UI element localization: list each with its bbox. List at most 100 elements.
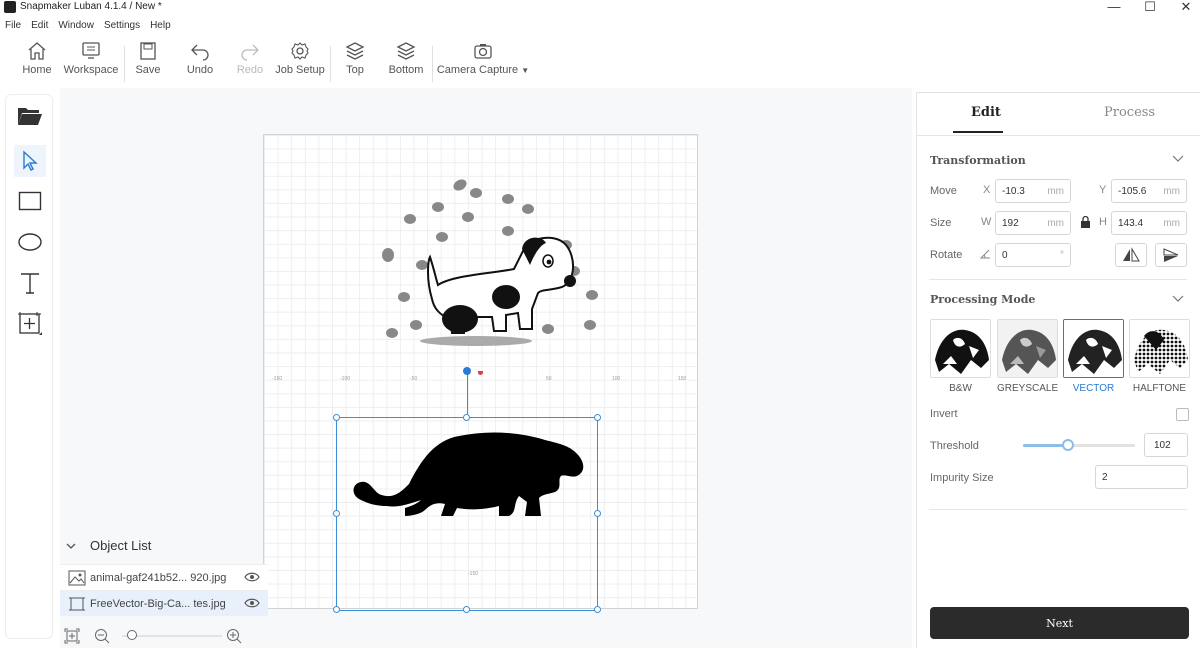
- unit-mm: mm: [1163, 218, 1180, 229]
- mode-halftone-thumbnail[interactable]: [1129, 319, 1190, 378]
- zoom-slider-knob[interactable]: [127, 630, 137, 640]
- dog-image[interactable]: [356, 169, 616, 349]
- threshold-slider-knob[interactable]: [1062, 439, 1074, 451]
- top-view-button[interactable]: Top: [342, 40, 368, 76]
- object-name: animal-gaf241b52... 920.jpg: [90, 572, 227, 584]
- mode-vector-thumbnail[interactable]: [1063, 319, 1124, 378]
- vector-preview-icon: [1064, 320, 1123, 377]
- eye-icon[interactable]: [244, 597, 260, 609]
- tab-edit[interactable]: Edit: [971, 105, 1001, 120]
- next-button[interactable]: Next: [930, 607, 1189, 639]
- resize-handle[interactable]: [463, 606, 470, 613]
- redo-button[interactable]: Redo: [234, 40, 266, 76]
- add-frame-button[interactable]: [14, 308, 46, 340]
- menu-file[interactable]: File: [0, 17, 26, 35]
- text-icon: [21, 273, 39, 294]
- resize-handle[interactable]: [333, 510, 340, 517]
- toolbar-divider: [330, 46, 331, 82]
- image-icon: [68, 570, 86, 586]
- resize-handle[interactable]: [594, 414, 601, 421]
- folder-open-icon: [18, 108, 42, 125]
- home-icon: [28, 42, 46, 60]
- job-setup-button[interactable]: Job Setup: [274, 40, 326, 76]
- threshold-input[interactable]: 102: [1144, 433, 1188, 457]
- bottom-view-button[interactable]: Bottom: [386, 40, 426, 76]
- workspace-button[interactable]: Workspace: [62, 40, 120, 76]
- text-tool-button[interactable]: [14, 267, 46, 299]
- x-axis-label: X: [983, 184, 991, 196]
- resize-handle[interactable]: [463, 414, 470, 421]
- save-button[interactable]: Save: [134, 40, 162, 76]
- title-bar: Snapmaker Luban 4.1.4 / New * — ☐ ✕: [0, 0, 1200, 16]
- menu-window[interactable]: Window: [53, 17, 99, 35]
- unit-mm: mm: [1163, 186, 1180, 197]
- maximize-button[interactable]: ☐: [1130, 0, 1170, 15]
- panther-vector-image[interactable]: [349, 424, 589, 520]
- rotate-input[interactable]: 0 °: [995, 243, 1071, 267]
- window-title: Snapmaker Luban 4.1.4 / New *: [20, 1, 162, 12]
- move-x-value: -10.3: [1002, 186, 1025, 197]
- chevron-down-icon[interactable]: [1172, 155, 1184, 163]
- left-tool-bar: [5, 94, 53, 639]
- selection-box[interactable]: [336, 417, 598, 611]
- top-view-label: Top: [346, 64, 364, 76]
- select-tool-button[interactable]: [14, 145, 46, 177]
- rotate-label: Rotate: [930, 249, 963, 261]
- save-icon: [140, 42, 156, 60]
- minimize-button[interactable]: —: [1094, 0, 1134, 14]
- rotate-value: 0: [1002, 250, 1008, 261]
- invert-label: Invert: [930, 408, 958, 420]
- processing-mode-section-title: Processing Mode: [930, 293, 1036, 306]
- zoom-in-icon[interactable]: [226, 628, 242, 644]
- menu-help[interactable]: Help: [145, 17, 176, 35]
- chevron-down-icon[interactable]: [66, 542, 76, 550]
- camera-capture-button[interactable]: Camera Capture ▼: [436, 40, 530, 76]
- ellipse-tool-button[interactable]: [14, 226, 46, 258]
- open-file-button[interactable]: [14, 100, 46, 132]
- resize-handle[interactable]: [594, 510, 601, 517]
- menu-edit[interactable]: Edit: [26, 17, 53, 35]
- invert-checkbox[interactable]: [1176, 408, 1189, 421]
- rectangle-icon: [18, 191, 42, 211]
- resize-handle[interactable]: [333, 606, 340, 613]
- unit-degree: °: [1060, 250, 1064, 261]
- mode-halftone-label[interactable]: HALFTONE: [1129, 383, 1190, 394]
- eye-icon[interactable]: [244, 571, 260, 583]
- close-button[interactable]: ✕: [1166, 0, 1200, 15]
- chevron-down-icon[interactable]: [1172, 295, 1184, 303]
- move-y-input[interactable]: -105.6 mm: [1111, 179, 1187, 203]
- mode-greyscale-label[interactable]: GREYSCALE: [997, 383, 1058, 394]
- width-input[interactable]: 192 mm: [995, 211, 1071, 235]
- width-value: 192: [1002, 218, 1019, 229]
- flip-horizontal-button[interactable]: [1115, 243, 1147, 267]
- flip-vertical-button[interactable]: [1155, 243, 1187, 267]
- move-x-input[interactable]: -10.3 mm: [995, 179, 1071, 203]
- toolbar-divider: [432, 46, 433, 82]
- zoom-bar: [60, 624, 260, 648]
- undo-button[interactable]: Undo: [184, 40, 216, 76]
- lock-icon[interactable]: [1080, 215, 1091, 229]
- zoom-slider-track[interactable]: [122, 635, 222, 637]
- object-list-item[interactable]: animal-gaf241b52... 920.jpg: [60, 564, 268, 590]
- impurity-size-value: 2: [1102, 472, 1108, 483]
- mode-greyscale-thumbnail[interactable]: [997, 319, 1058, 378]
- resize-handle[interactable]: [333, 414, 340, 421]
- rotate-handle[interactable]: [463, 367, 471, 375]
- mode-bw-label[interactable]: B&W: [930, 383, 991, 394]
- resize-handle[interactable]: [594, 606, 601, 613]
- object-list-item[interactable]: FreeVector-Big-Ca... tes.jpg: [60, 590, 268, 616]
- mode-vector-label[interactable]: VECTOR: [1063, 383, 1124, 394]
- fit-view-icon[interactable]: [64, 628, 80, 644]
- rectangle-tool-button[interactable]: [14, 185, 46, 217]
- home-button[interactable]: Home: [20, 40, 54, 76]
- work-area-grid[interactable]: -150 -100 -50 50 100 150 -150: [263, 134, 698, 613]
- height-input[interactable]: 143.4 mm: [1111, 211, 1187, 235]
- h-axis-label: H: [1099, 216, 1107, 228]
- menu-settings[interactable]: Settings: [99, 17, 145, 35]
- add-frame-icon: [18, 312, 42, 335]
- mode-bw-thumbnail[interactable]: [930, 319, 991, 378]
- zoom-out-icon[interactable]: [94, 628, 110, 644]
- tab-process[interactable]: Process: [1104, 105, 1155, 120]
- menu-bar: File Edit Window Settings Help: [0, 17, 176, 35]
- impurity-size-input[interactable]: 2: [1095, 465, 1188, 489]
